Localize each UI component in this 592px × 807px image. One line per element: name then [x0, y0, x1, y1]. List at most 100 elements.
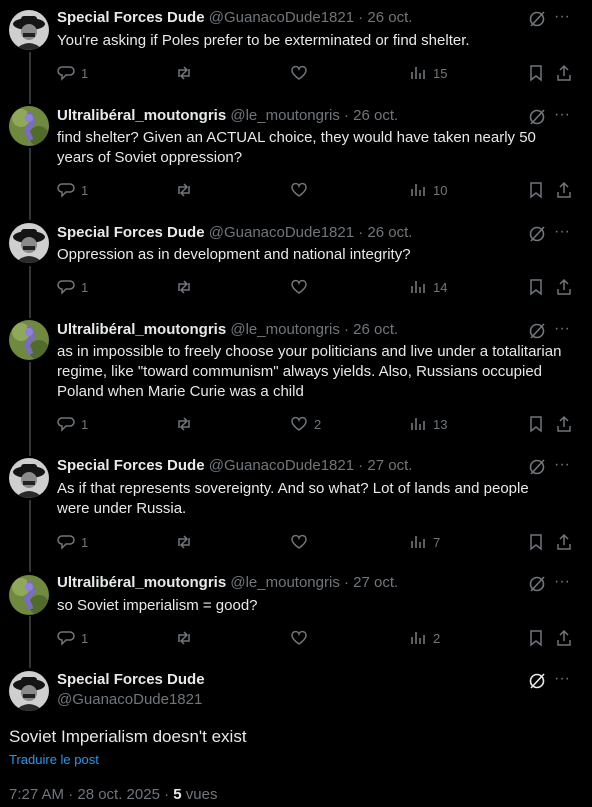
reply-button[interactable]: 1 [57, 63, 88, 83]
grok-icon[interactable] [528, 322, 546, 340]
avatar[interactable] [9, 106, 49, 146]
bookmark-button[interactable] [527, 414, 545, 434]
more-dots-icon[interactable]: ··· [554, 671, 572, 690]
user-handle[interactable]: @GuanacoDude1821 [209, 457, 354, 474]
bookmark-button[interactable] [527, 277, 545, 297]
reply-tweet[interactable]: Ultralibéral_moutongris @le_moutongris ·… [0, 314, 592, 452]
translate-link[interactable]: Traduire le post [9, 752, 99, 767]
like-button[interactable] [290, 628, 314, 648]
avatar[interactable] [9, 10, 49, 50]
view-count: 14 [433, 279, 448, 295]
reply-tweet[interactable]: Ultralibéral_moutongris @le_moutongris ·… [0, 100, 592, 217]
reply-button[interactable]: 1 [57, 414, 88, 434]
share-button[interactable] [555, 63, 573, 83]
reply-tweet[interactable]: Ultralibéral_moutongris @le_moutongris ·… [0, 569, 592, 666]
bookmark-icon [530, 630, 542, 647]
display-name[interactable]: Ultralibéral_moutongris [57, 321, 226, 338]
like-button[interactable] [290, 277, 314, 297]
share-button[interactable] [555, 180, 573, 200]
reply-button[interactable]: 1 [57, 277, 88, 297]
share-button[interactable] [555, 414, 573, 434]
like-button[interactable]: 2 [290, 414, 321, 434]
display-name[interactable]: Special Forces Dude [57, 670, 205, 690]
grok-icon[interactable] [528, 225, 546, 243]
bookmark-icon [530, 65, 542, 82]
display-name[interactable]: Special Forces Dude [57, 9, 205, 26]
avatar[interactable] [9, 575, 49, 615]
tweet-date[interactable]: 26 oct. [353, 107, 398, 124]
bookmark-button[interactable] [527, 63, 545, 83]
views-button[interactable]: 10 [409, 180, 447, 200]
grok-icon[interactable] [528, 10, 546, 28]
more-dots-icon[interactable]: ··· [554, 321, 572, 340]
display-name[interactable]: Ultralibéral_moutongris [57, 574, 226, 591]
reply-button[interactable]: 1 [57, 532, 88, 552]
tweet-date[interactable]: 27 oct. [353, 574, 398, 591]
share-button[interactable] [555, 532, 573, 552]
tweet-meta: 7:27 AM · 28 oct. 2025 · 5 vues [9, 786, 217, 803]
retweet-button[interactable] [175, 414, 199, 434]
heart-icon [291, 416, 307, 431]
reply-tweet[interactable]: Special Forces Dude @GuanacoDude1821 · 2… [0, 452, 592, 569]
reply-icon [57, 631, 75, 646]
like-button[interactable] [290, 63, 314, 83]
bookmark-button[interactable] [527, 628, 545, 648]
views-icon [411, 281, 425, 293]
bookmark-button[interactable] [527, 180, 545, 200]
share-button[interactable] [555, 628, 573, 648]
tweet-date[interactable]: 26 oct. [367, 224, 412, 241]
grok-icon[interactable] [528, 458, 546, 476]
retweet-button[interactable] [175, 180, 199, 200]
share-button[interactable] [555, 277, 573, 297]
tweet-timestamp[interactable]: 7:27 AM · 28 oct. 2025 · [9, 786, 173, 803]
display-name[interactable]: Special Forces Dude [57, 457, 205, 474]
bookmark-button[interactable] [527, 532, 545, 552]
reply-button[interactable]: 1 [57, 628, 88, 648]
retweet-icon [178, 66, 190, 80]
grok-icon[interactable] [528, 108, 546, 126]
views-button[interactable]: 13 [409, 414, 447, 434]
tweet-text: Oppression as in development and nationa… [57, 246, 411, 263]
grok-icon[interactable] [528, 575, 546, 593]
avatar[interactable] [9, 223, 49, 263]
more-dots-icon[interactable]: ··· [554, 9, 572, 28]
retweet-button[interactable] [175, 277, 199, 297]
views-button[interactable]: 7 [409, 532, 440, 552]
grok-icon[interactable] [528, 672, 546, 690]
avatar[interactable] [9, 671, 49, 711]
like-button[interactable] [290, 180, 314, 200]
avatar[interactable] [9, 320, 49, 360]
more-dots-icon[interactable]: ··· [554, 457, 572, 476]
retweet-icon [178, 417, 190, 431]
tweet-header: Special Forces Dude @GuanacoDude1821 · 2… [57, 223, 412, 243]
display-name[interactable]: Ultralibéral_moutongris [57, 107, 226, 124]
more-dots-icon[interactable]: ··· [554, 224, 572, 243]
tweet-date[interactable]: 26 oct. [353, 321, 398, 338]
bookmark-icon [530, 279, 542, 296]
avatar[interactable] [9, 458, 49, 498]
tweet-text: find shelter? Given an ACTUAL choice, th… [57, 129, 541, 166]
user-handle[interactable]: @GuanacoDude1821 [57, 690, 202, 710]
reply-icon [57, 183, 75, 198]
user-handle[interactable]: @le_moutongris [230, 574, 339, 591]
retweet-button[interactable] [175, 628, 199, 648]
user-handle[interactable]: @GuanacoDude1821 [209, 224, 354, 241]
tweet-text: so Soviet imperialism = good? [57, 597, 258, 614]
tweet-date[interactable]: 26 oct. [367, 9, 412, 26]
tweet-date[interactable]: 27 oct. [367, 457, 412, 474]
views-button[interactable]: 15 [409, 63, 447, 83]
like-button[interactable] [290, 532, 314, 552]
more-dots-icon[interactable]: ··· [554, 107, 572, 126]
views-button[interactable]: 2 [409, 628, 440, 648]
display-name[interactable]: Special Forces Dude [57, 224, 205, 241]
user-handle[interactable]: @GuanacoDude1821 [209, 9, 354, 26]
reply-tweet[interactable]: Special Forces Dude @GuanacoDude1821 · 2… [0, 0, 592, 100]
more-dots-icon[interactable]: ··· [554, 574, 572, 593]
retweet-button[interactable] [175, 532, 199, 552]
user-handle[interactable]: @le_moutongris [230, 321, 339, 338]
views-button[interactable]: 14 [409, 277, 447, 297]
reply-button[interactable]: 1 [57, 180, 88, 200]
user-handle[interactable]: @le_moutongris [230, 107, 339, 124]
retweet-button[interactable] [175, 63, 199, 83]
reply-tweet[interactable]: Special Forces Dude @GuanacoDude1821 · 2… [0, 217, 592, 314]
